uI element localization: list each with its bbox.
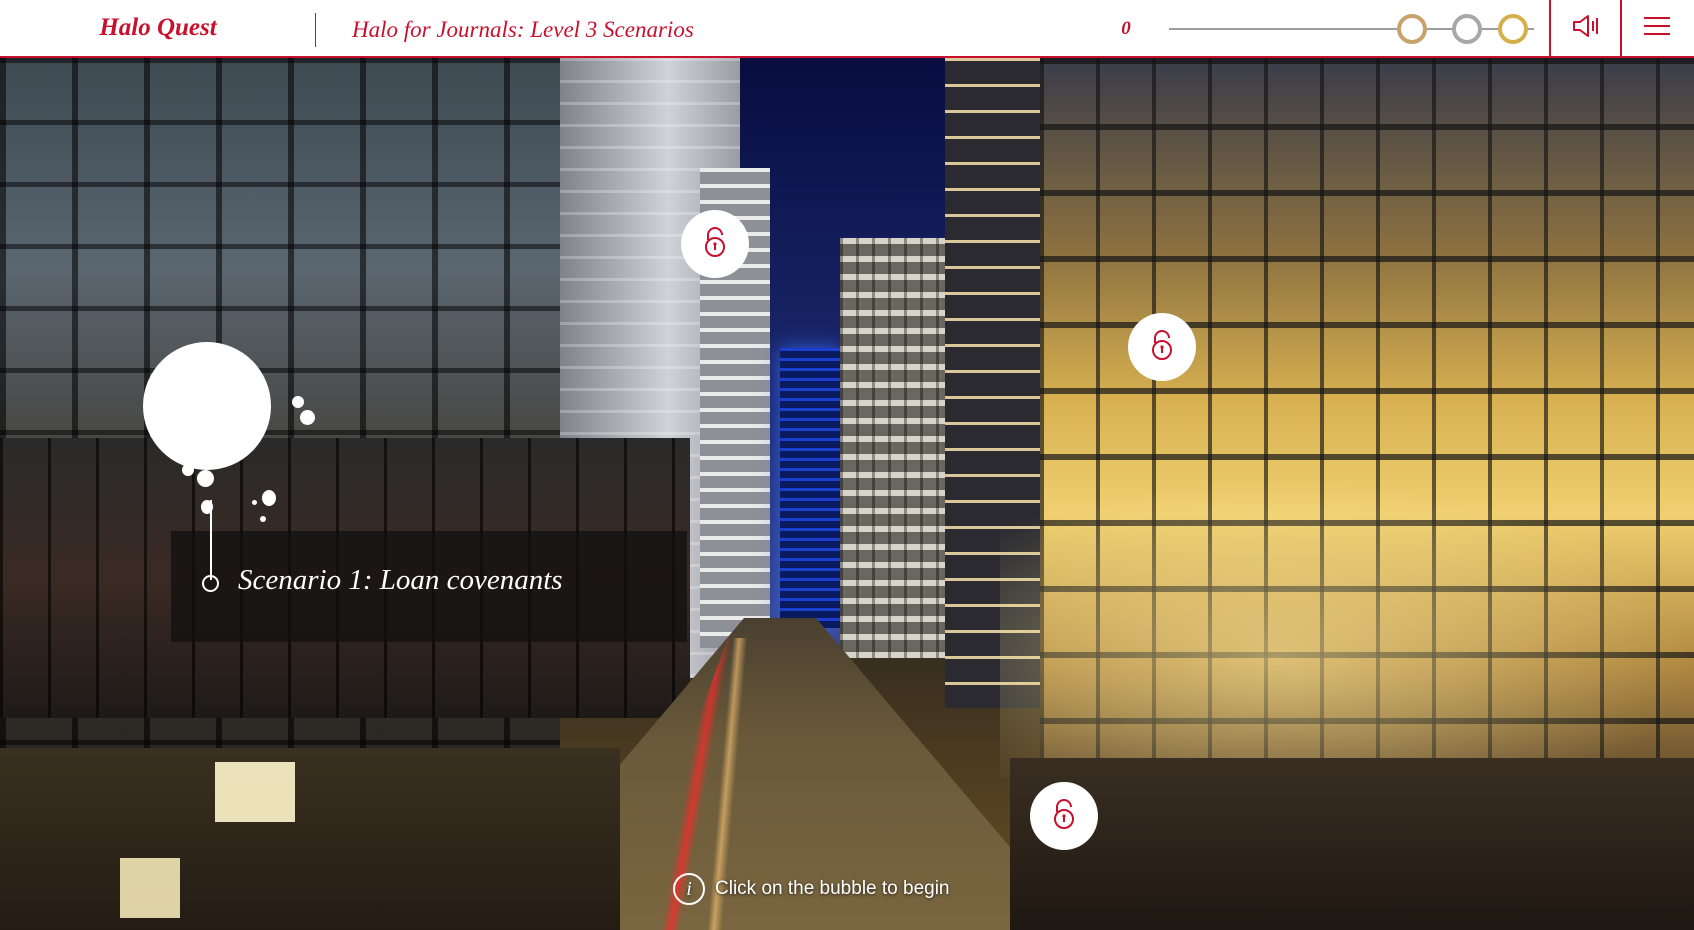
bubble-droplet: [262, 490, 276, 506]
scenario-3-bubble[interactable]: [1128, 313, 1196, 381]
course-title: Halo for Journals: Level 3 Scenarios: [352, 17, 694, 42]
header-divider: [1549, 0, 1551, 56]
scenario-2-bubble[interactable]: [681, 210, 749, 278]
bubble-droplet: [197, 470, 214, 487]
hamburger-menu-icon: [1643, 16, 1671, 41]
hint-text: Click on the bubble to begin: [715, 878, 950, 899]
distant-tower: [840, 238, 960, 658]
bubble-droplet: [260, 516, 266, 522]
building-light-glow: [1000, 478, 1694, 778]
left-street-level: [0, 748, 620, 930]
bubble-droplet: [300, 410, 315, 425]
blue-lit-tower: [780, 348, 840, 628]
score-counter: 0: [1121, 18, 1131, 39]
halo-quest-logo: Halo Quest: [99, 14, 217, 41]
unlock-icon: [1149, 329, 1175, 366]
bubble-droplet: [182, 464, 194, 476]
scenario-1-bubble[interactable]: [143, 342, 271, 470]
bubble-droplet: [252, 500, 257, 505]
speaker-icon: [1571, 13, 1601, 44]
top-bar: Halo Quest Halo for Journals: Level 3 Sc…: [0, 0, 1694, 58]
right-street-level: [1010, 758, 1694, 930]
bronze-medal-icon: [1397, 14, 1427, 44]
shop-light: [120, 858, 180, 918]
bubble-connector-line: [210, 500, 212, 580]
menu-button[interactable]: [1624, 0, 1690, 56]
bubble-droplet: [292, 396, 304, 408]
unlock-icon: [1051, 798, 1077, 835]
gold-medal-icon: [1498, 14, 1528, 44]
shop-light: [215, 762, 295, 822]
instruction-hint: i Click on the bubble to begin: [673, 872, 950, 906]
audio-toggle-button[interactable]: [1553, 0, 1619, 56]
scenario-1-label[interactable]: Scenario 1: Loan covenants: [238, 564, 563, 602]
header-divider: [315, 13, 316, 47]
silver-medal-icon: [1452, 14, 1482, 44]
info-icon: i: [673, 873, 705, 905]
unlock-icon: [702, 226, 728, 263]
header-divider: [1620, 0, 1622, 56]
city-street-background: [0, 58, 1694, 930]
scenario-4-bubble[interactable]: [1030, 782, 1098, 850]
bubble-connector-ring: [202, 575, 219, 592]
